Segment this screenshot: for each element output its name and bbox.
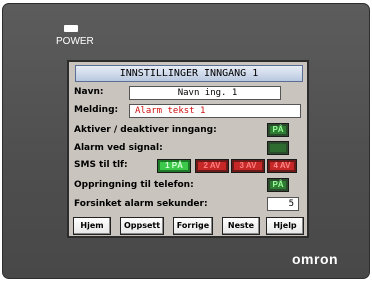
message-label: Melding: <box>74 105 119 115</box>
sms-phone-2-toggle[interactable]: 2 AV <box>195 159 229 173</box>
enable-input-toggle[interactable]: PÅ <box>267 123 289 137</box>
sms-phone-3-toggle[interactable]: 3 AV <box>231 159 265 173</box>
alarm-on-signal-toggle[interactable]: PÅ <box>267 141 289 155</box>
power-label: POWER <box>56 36 94 47</box>
sms-phone-4-toggle[interactable]: 4 AV <box>267 159 297 173</box>
next-button[interactable]: Neste <box>222 217 260 235</box>
phone-call-label: Oppringning til telefon: <box>74 180 194 190</box>
nav-bar: Hjem Oppsett Forrige Neste Hjelp <box>69 214 307 236</box>
name-field[interactable]: Navn ing. 1 <box>129 86 281 100</box>
delay-seconds-field[interactable]: 5 <box>267 197 299 211</box>
phone-call-toggle[interactable]: PÅ <box>267 178 289 192</box>
brand-logo: omron <box>292 251 339 267</box>
enable-input-label: Aktiver / deaktiver inngang: <box>74 125 217 135</box>
help-button[interactable]: Hjelp <box>266 217 304 235</box>
sms-phone-1-toggle[interactable]: 1 PÅ <box>157 159 191 173</box>
power-led-indicator <box>64 25 78 32</box>
sms-label: SMS til tlf: <box>74 160 128 170</box>
name-label: Navn: <box>74 87 104 97</box>
previous-button[interactable]: Forrige <box>173 217 213 235</box>
message-field[interactable]: Alarm tekst 1 <box>129 104 301 118</box>
home-button[interactable]: Hjem <box>73 217 111 235</box>
touch-screen: INNSTILLINGER INNGANG 1 Navn: Navn ing. … <box>67 60 309 238</box>
alarm-on-signal-label: Alarm ved signal: <box>74 143 163 153</box>
setup-button[interactable]: Oppsett <box>120 217 164 235</box>
screen-title: INNSTILLINGER INNGANG 1 <box>75 65 303 82</box>
delay-seconds-label: Forsinket alarm sekunder: <box>74 199 208 209</box>
hmi-device: POWER omron INNSTILLINGER INNGANG 1 Navn… <box>0 0 372 282</box>
